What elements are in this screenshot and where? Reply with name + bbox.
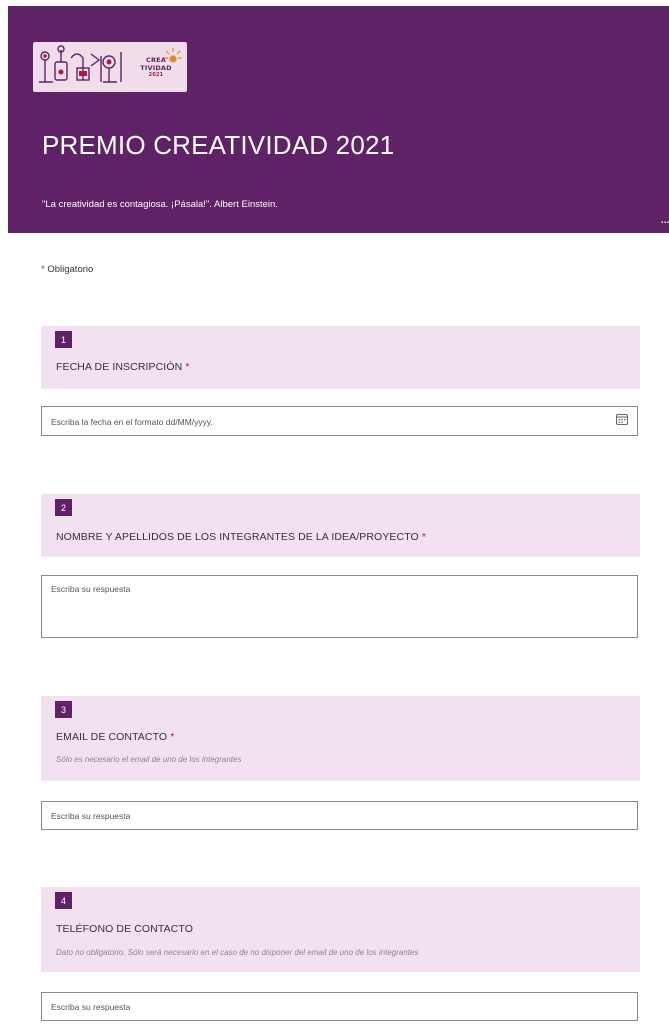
required-star: * — [170, 731, 175, 743]
more-options-button[interactable]: ... — [660, 211, 669, 225]
input-placeholder: Escriba la fecha en el formato dd/MM/yyy… — [51, 417, 213, 427]
logo-word-line2: TIVIDAD — [140, 64, 172, 72]
required-star: * — [421, 531, 427, 543]
question-label: NOMBRE Y APELLIDOS DE LOS INTEGRANTES DE… — [56, 531, 426, 543]
logo-wordmark: CREA TIVIDAD 2021 — [134, 53, 178, 81]
question-label: TELÉFONO DE CONTACTO — [56, 923, 193, 935]
question-title: TELÉFONO DE CONTACTO — [56, 923, 193, 935]
question-title: FECHA DE INSCRIPCIÓN — [56, 361, 183, 373]
logo-word-line1: CREA — [145, 56, 167, 64]
input-placeholder: Escriba su respuesta — [51, 584, 131, 594]
phone-input[interactable]: Escriba su respuesta — [41, 992, 638, 1021]
input-placeholder: Escriba su respuesta — [51, 811, 131, 821]
required-note: * Obligatorio — [41, 264, 93, 275]
question-1-header: 1 FECHA DE INSCRIPCIÓN * — [41, 326, 640, 389]
form-header: CREA TIVIDAD 2021 PREMIO CREATIVIDAD 202… — [8, 6, 669, 233]
question-title: EMAIL DE CONTACTO — [56, 731, 168, 743]
email-input[interactable]: Escriba su respuesta — [41, 801, 638, 830]
question-number-badge: 1 — [55, 331, 72, 348]
question-label: EMAIL DE CONTACTO * — [56, 731, 174, 743]
question-label: FECHA DE INSCRIPCIÓN * — [56, 361, 190, 373]
question-2-header: 2 NOMBRE Y APELLIDOS DE LOS INTEGRANTES … — [41, 494, 640, 557]
names-textarea[interactable]: Escriba su respuesta — [41, 575, 638, 638]
input-placeholder: Escriba su respuesta — [51, 1002, 131, 1012]
question-hint: Dato no obligatorio. Sólo será necesario… — [56, 948, 419, 957]
question-number-badge: 2 — [55, 499, 72, 516]
question-number-badge: 3 — [55, 701, 72, 718]
question-4-header: 4 TELÉFONO DE CONTACTO Dato no obligator… — [41, 887, 640, 972]
question-hint: Sólo es necesario el email de uno de los… — [56, 755, 242, 764]
date-input[interactable]: Escriba la fecha en el formato dd/MM/yyy… — [41, 406, 638, 436]
question-3-header: 3 EMAIL DE CONTACTO * Sólo es necesario … — [41, 696, 640, 781]
required-star: * — [41, 264, 45, 275]
question-number-badge: 4 — [55, 892, 72, 909]
contest-logo: CREA TIVIDAD 2021 — [33, 42, 187, 92]
required-note-text: Obligatorio — [47, 264, 94, 275]
logo-year: 2021 — [148, 72, 164, 78]
form-title: PREMIO CREATIVIDAD 2021 — [42, 130, 395, 160]
form-subtitle: "La creatividad es contagiosa. ¡Pásala!"… — [42, 199, 278, 210]
question-title: NOMBRE Y APELLIDOS DE LOS INTEGRANTES DE… — [56, 531, 419, 543]
calendar-icon[interactable] — [616, 414, 628, 425]
required-star: * — [185, 361, 190, 373]
